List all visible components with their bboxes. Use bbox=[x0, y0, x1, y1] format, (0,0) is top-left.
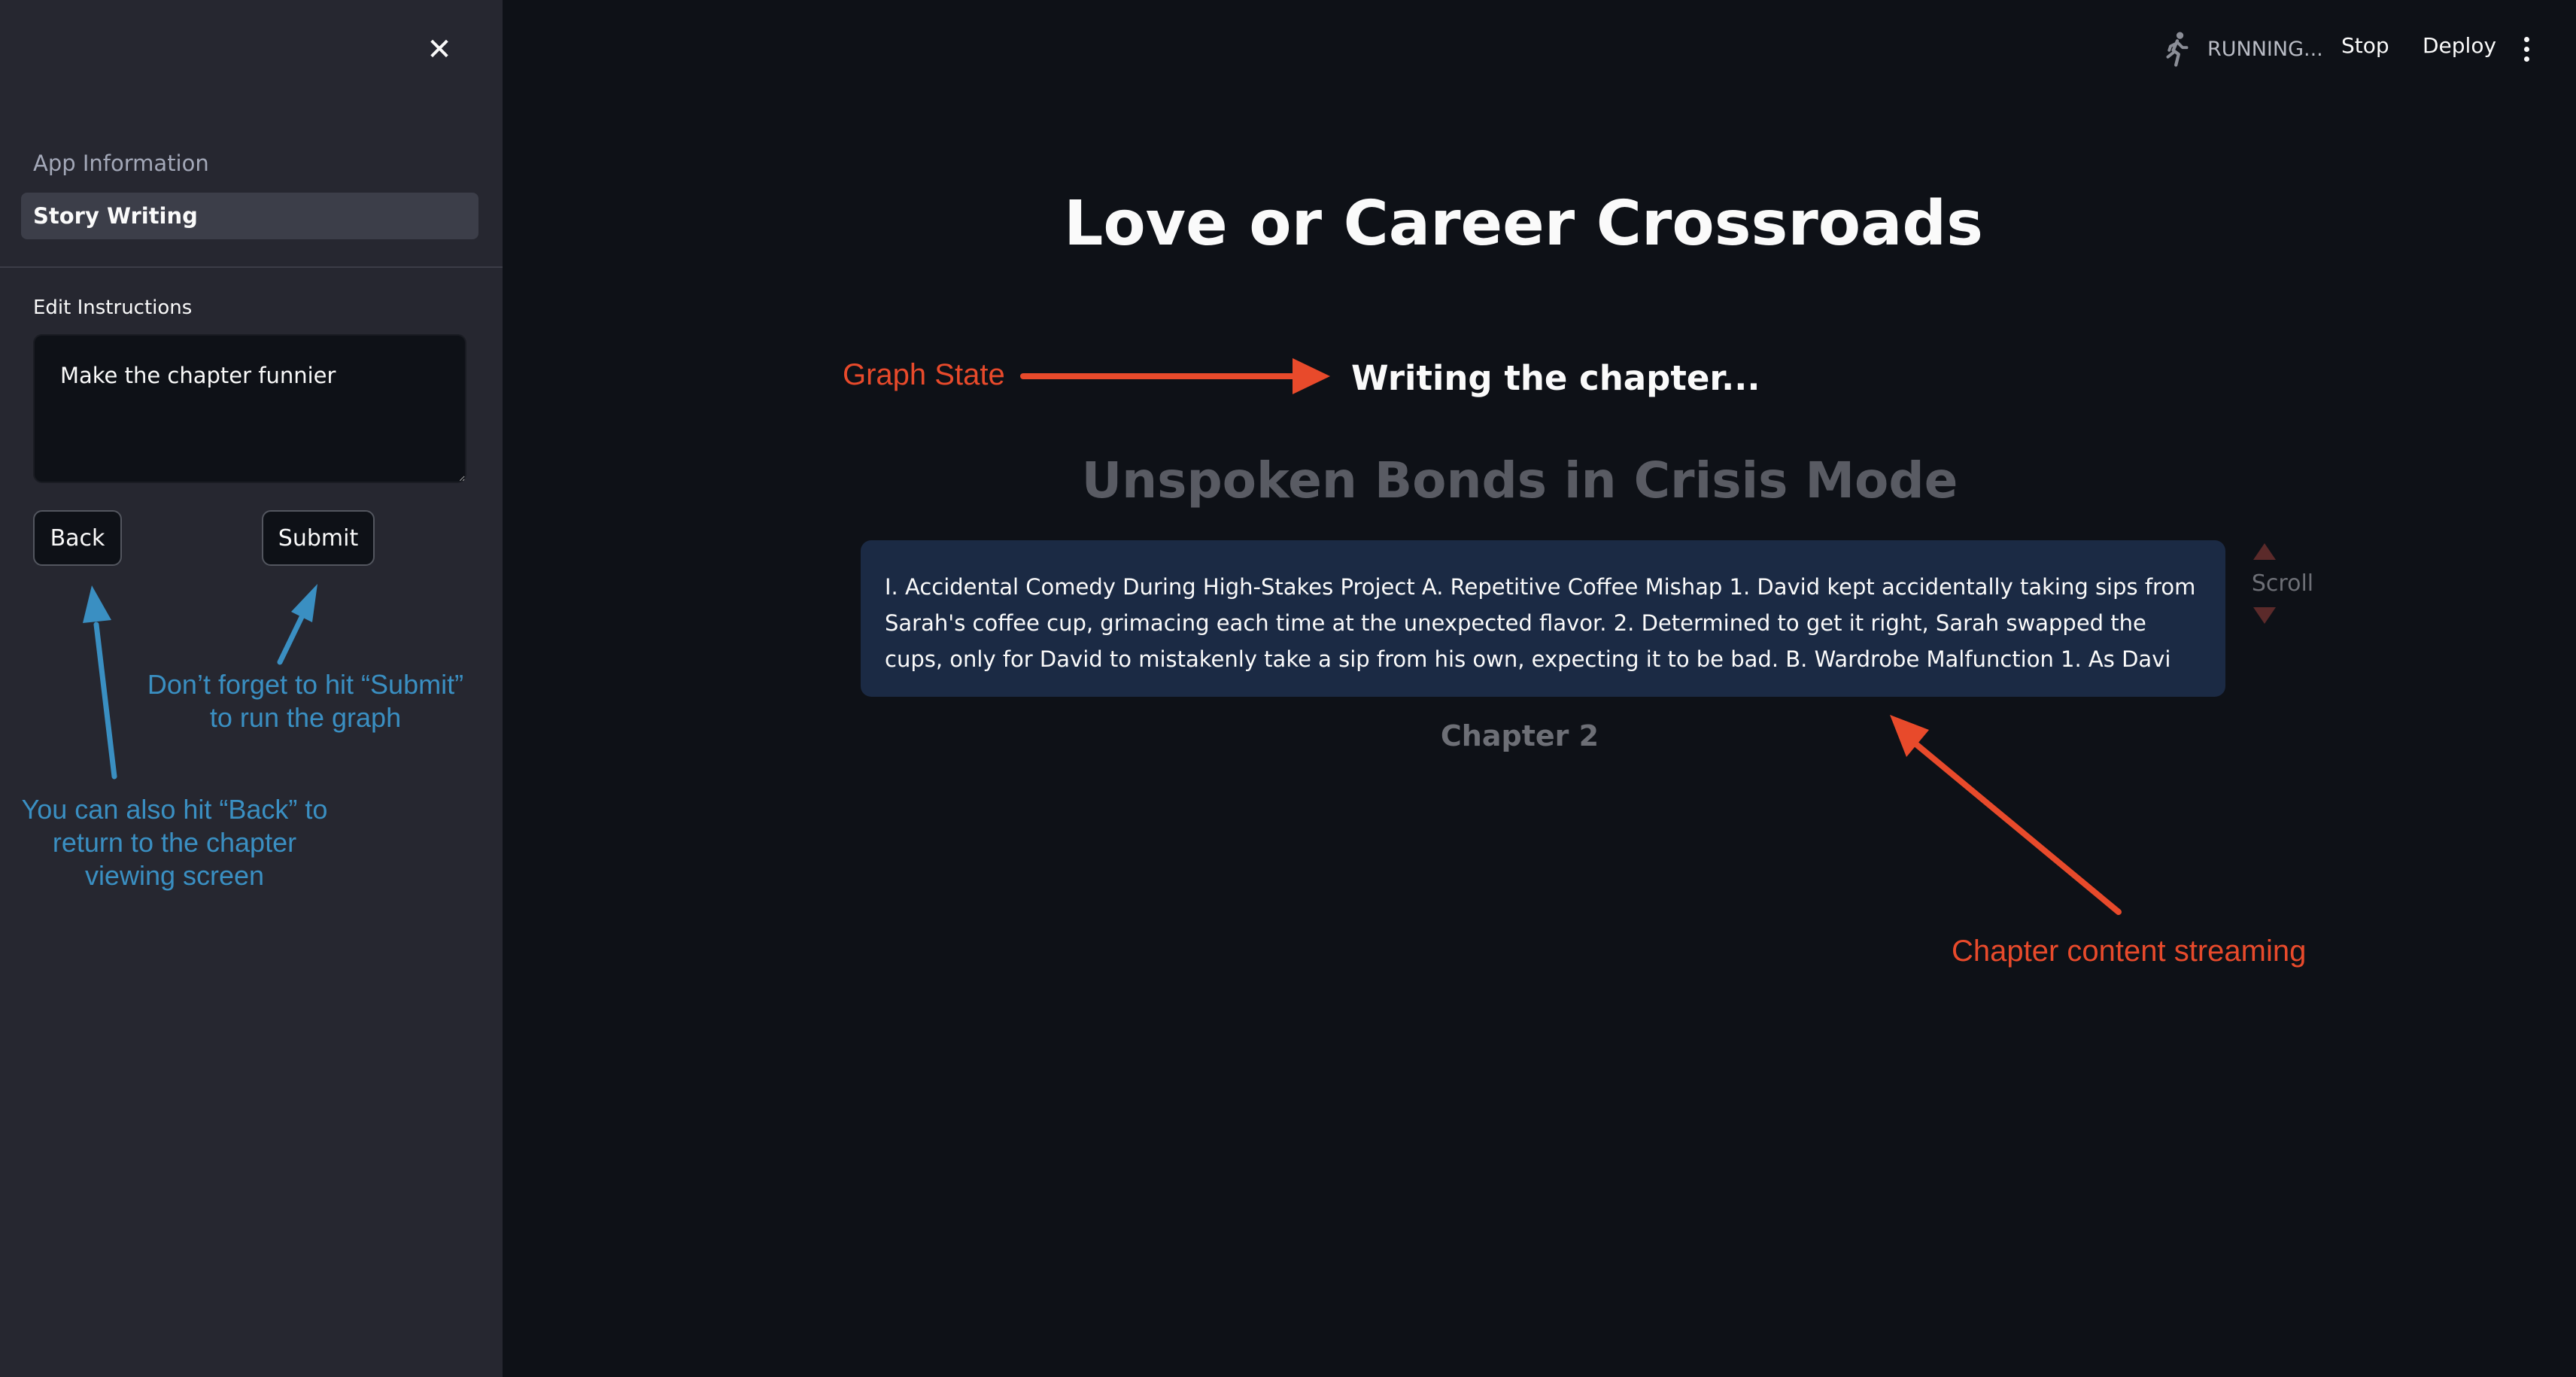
scroll-up-icon[interactable] bbox=[2253, 543, 2276, 560]
chapter-content-box: I. Accidental Comedy During High-Stakes … bbox=[861, 540, 2225, 697]
page-title: Love or Career Crossroads bbox=[1064, 188, 1983, 260]
submit-button[interactable]: Submit bbox=[262, 510, 375, 566]
graph-state-annotation: Graph State bbox=[843, 358, 1005, 391]
graph-state-text: Writing the chapter... bbox=[1351, 358, 1760, 398]
close-sidebar-icon[interactable]: ✕ bbox=[421, 32, 457, 68]
chapter-nav-label[interactable]: Chapter 2 bbox=[1354, 719, 1685, 752]
sidebar-item-story-writing[interactable]: Story Writing bbox=[21, 193, 478, 239]
stop-button[interactable]: Stop bbox=[2341, 33, 2389, 58]
main-menu-icon[interactable] bbox=[2513, 30, 2540, 68]
scroll-down-icon[interactable] bbox=[2253, 607, 2276, 624]
scroll-label: Scroll bbox=[2251, 570, 2314, 597]
submit-hint-annotation: Don’t forget to hit “Submit” to run the … bbox=[147, 669, 464, 733]
sidebar-item-app-information[interactable]: App Information bbox=[21, 140, 478, 187]
running-person-icon bbox=[2166, 32, 2189, 67]
scroll-control: Scroll bbox=[2243, 543, 2314, 649]
sidebar-divider bbox=[0, 266, 503, 268]
edit-instructions-label: Edit Instructions bbox=[33, 296, 193, 319]
streaming-annotation: Chapter content streaming bbox=[1952, 935, 2307, 968]
running-status: RUNNING... bbox=[2161, 30, 2323, 68]
running-status-text: RUNNING... bbox=[2207, 37, 2323, 61]
deploy-button[interactable]: Deploy bbox=[2423, 33, 2496, 58]
arrow-graph-state bbox=[1020, 358, 1330, 394]
back-button[interactable]: Back bbox=[33, 510, 122, 566]
chapter-title: Unspoken Bonds in Crisis Mode bbox=[1081, 451, 1958, 509]
back-hint-annotation: You can also hit “Back” to return to the… bbox=[21, 794, 328, 891]
edit-instructions-input[interactable]: Make the chapter funnier bbox=[33, 334, 466, 483]
arrow-chapter-streaming bbox=[1890, 715, 2122, 915]
